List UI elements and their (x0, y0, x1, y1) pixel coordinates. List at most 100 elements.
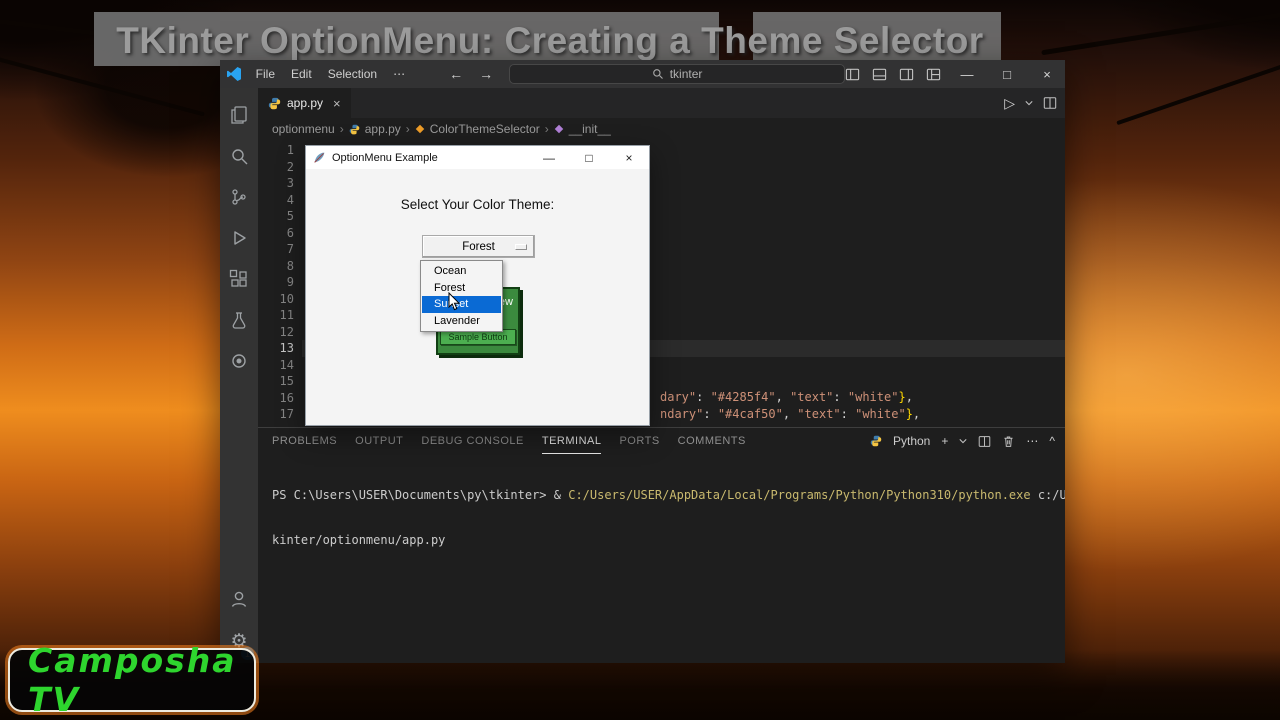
split-editor-icon[interactable] (1043, 96, 1057, 110)
maximize-panel-icon[interactable]: ^ (1049, 434, 1055, 448)
code-segment: , (905, 390, 913, 404)
panel-tab[interactable]: TERMINAL (541, 429, 602, 454)
tk-maximize-button[interactable]: □ (569, 146, 609, 169)
toggle-panel-icon[interactable] (872, 67, 887, 82)
code-segment: ndary" (660, 407, 704, 421)
testing-icon[interactable] (220, 299, 258, 340)
breadcrumb-item[interactable]: app.py (365, 122, 401, 136)
line-number: 16 (279, 390, 294, 405)
tk-window-title: OptionMenu Example (332, 151, 438, 164)
account-icon[interactable] (220, 578, 258, 619)
menu-item[interactable]: Selection (320, 67, 385, 81)
chevron-right-icon: › (339, 122, 344, 136)
layout-icon[interactable] (926, 67, 941, 82)
terminal-line: PS C:\Users\USER\Documents\py\tkinter> &… (272, 488, 1065, 503)
menu-item[interactable]: Edit (283, 67, 320, 81)
back-icon[interactable]: ← (449, 66, 463, 82)
symbol-method-icon (554, 124, 564, 134)
python-file-icon (268, 97, 281, 110)
command-center-search[interactable]: tkinter (509, 64, 845, 84)
terminal-segment: & (553, 488, 569, 502)
panel-tab[interactable]: DEBUG CONSOLE (421, 429, 523, 454)
breadcrumb-item[interactable]: __init__ (569, 122, 611, 136)
theme-prompt-label: Select Your Color Theme: (400, 197, 555, 212)
line-number-gutter: 1 2 3 4 5 6 7 8 9 10 11 12 13 14 15 16 17 (258, 142, 294, 423)
selected-theme-value: Forest (462, 240, 495, 253)
kill-terminal-icon[interactable] (1002, 435, 1015, 448)
breadcrumb-item[interactable]: ColorThemeSelector (430, 122, 540, 136)
dropdown-option[interactable]: Forest (422, 280, 501, 297)
branch-silhouette (1041, 9, 1280, 56)
code-segment: , (782, 407, 798, 421)
code-line: ndary": "#4caf50", "text": "white"}, (660, 406, 920, 423)
code-segment: : (833, 390, 848, 404)
dropdown-option[interactable]: Ocean (422, 263, 501, 280)
tk-feather-icon (313, 151, 326, 164)
theme-dropdown-menu: OceanForestSunsetLavender (420, 260, 503, 332)
dropdown-option[interactable]: Lavender (422, 313, 501, 330)
target-icon[interactable] (220, 340, 258, 381)
line-number: 5 (286, 209, 294, 223)
forward-icon[interactable]: → (479, 66, 493, 82)
more-actions-icon[interactable]: ⋯ (1026, 434, 1038, 448)
line-number: 1 (286, 143, 294, 157)
line-number: 14 (279, 357, 294, 372)
panel-header: PROBLEMS OUTPUT DEBUG CONSOLE TERMINAL PORTS… (258, 428, 1065, 454)
tk-window: OptionMenu Example — □ × Select Your Col… (305, 145, 650, 426)
panel-tab[interactable]: PORTS (619, 429, 659, 454)
tab-app-py[interactable]: app.py × (258, 88, 351, 118)
window-close-button[interactable]: × (1033, 67, 1061, 82)
search-sidebar-icon[interactable] (220, 135, 258, 176)
run-dropdown-chevron-icon[interactable] (1025, 100, 1033, 106)
tk-minimize-button[interactable]: — (529, 146, 569, 169)
line-number: 13 (279, 341, 294, 355)
tk-titlebar[interactable]: OptionMenu Example — □ × (306, 146, 649, 169)
tab-close-icon[interactable]: × (333, 96, 341, 111)
line-number: 4 (286, 192, 294, 207)
split-terminal-icon[interactable] (978, 435, 991, 448)
dropdown-option[interactable]: Sunset (422, 296, 501, 313)
breadcrumb-item[interactable]: optionmenu (272, 122, 335, 136)
tab-bar: app.py × ▷ (258, 88, 1065, 118)
terminal[interactable]: PS C:\Users\USER\Documents\py\tkinter> &… (258, 454, 1065, 578)
code-segment: , (775, 390, 791, 404)
code-segment: "white" (847, 390, 899, 404)
shell-label[interactable]: Python (893, 434, 930, 448)
explorer-icon[interactable] (220, 94, 258, 135)
code-segment: } (898, 390, 906, 404)
activity-bar: ⚙ 1 (220, 88, 258, 663)
line-number: 3 (286, 176, 294, 190)
line-number: 17 (279, 407, 294, 421)
tk-close-button[interactable]: × (609, 146, 649, 169)
panel-tab[interactable]: COMMENTS (678, 429, 746, 454)
source-control-icon[interactable] (220, 176, 258, 217)
terminal-dropdown-chevron-icon[interactable] (959, 438, 967, 444)
code-segment: "text" (790, 390, 834, 404)
menu-item[interactable]: File (248, 67, 283, 81)
panel-tab[interactable]: PROBLEMS (272, 429, 337, 454)
search-value: tkinter (669, 67, 703, 81)
extensions-icon[interactable] (220, 258, 258, 299)
toggle-sidebar-icon[interactable] (845, 67, 860, 82)
screen: TKinter OptionMenu: Creating a Theme Sel… (0, 0, 1280, 720)
run-python-file-icon[interactable]: ▷ (1004, 95, 1015, 112)
symbol-class-icon (415, 124, 425, 134)
channel-name: Camposha TV (28, 641, 237, 719)
terminal-segment: C:/Users/USER/AppData/Local/Programs/Pyt… (568, 488, 1031, 502)
window-minimize-button[interactable]: — (953, 67, 981, 82)
toggle-secondary-sidebar-icon[interactable] (899, 67, 914, 82)
run-debug-icon[interactable] (220, 217, 258, 258)
panel-tab[interactable]: OUTPUT (355, 429, 403, 454)
menu-item[interactable]: ⋯ (385, 67, 413, 81)
mouse-cursor-icon (448, 292, 461, 311)
line-number: 7 (286, 242, 294, 256)
code-segment: : (696, 390, 711, 404)
bottom-panel: PROBLEMS OUTPUT DEBUG CONSOLE TERMINAL PORTS… (258, 427, 1065, 663)
new-terminal-icon[interactable]: + (941, 434, 948, 448)
tk-content: Select Your Color Theme: Forest Preview … (306, 169, 649, 425)
window-maximize-button[interactable]: □ (993, 67, 1021, 82)
code-segment: "text" (797, 407, 841, 421)
chevron-right-icon: › (405, 122, 410, 136)
code-segment: : (703, 407, 718, 421)
theme-optionmenu-button[interactable]: Forest (422, 235, 535, 258)
